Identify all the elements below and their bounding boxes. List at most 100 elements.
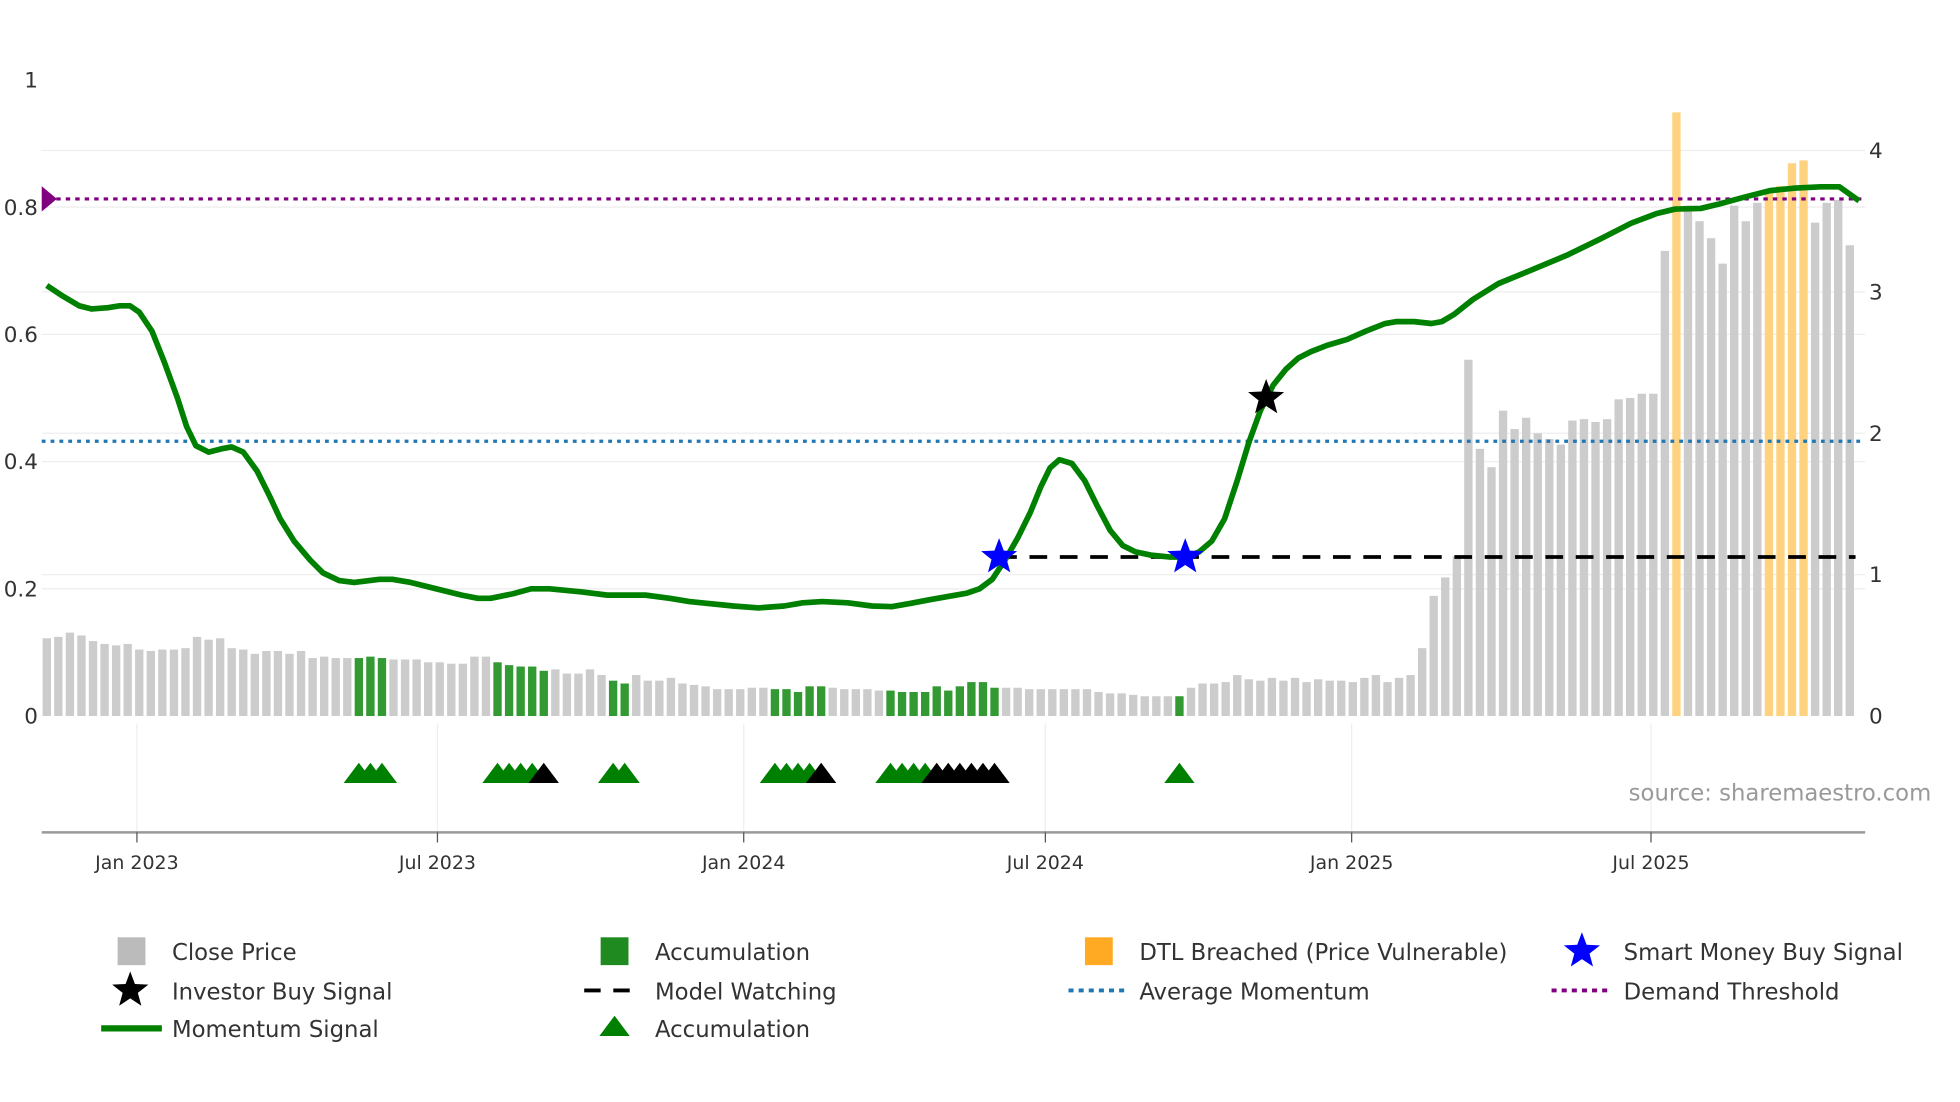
signal-markers xyxy=(343,379,1285,784)
close-price-bar xyxy=(851,689,860,717)
accumulation-bar xyxy=(539,670,548,717)
close-price-bar xyxy=(158,649,167,717)
close-price-bar xyxy=(1013,687,1022,717)
accumulation-bar xyxy=(770,689,780,717)
close-price-bar xyxy=(1706,238,1716,717)
legend-demand-threshold: Demand Threshold xyxy=(1624,979,1840,1005)
close-price-bar xyxy=(863,689,872,717)
dtl-breached-bar xyxy=(1799,160,1808,717)
accumulation-bar xyxy=(955,686,965,717)
close-price-bar xyxy=(1267,677,1277,717)
close-price-bar xyxy=(1048,689,1057,717)
momentum-chart: Jan 2023 Jul 2023 Jan 2024 Jul 2024 Jan 2025… xyxy=(4,69,1932,1044)
close-price-bar xyxy=(632,675,641,717)
close-price-bar xyxy=(759,687,768,717)
accumulation-bar xyxy=(920,691,930,717)
legend-dtl-breached: DTL Breached (Price Vulnerable) xyxy=(1139,940,1507,966)
close-price-bar xyxy=(1510,429,1519,717)
close-price-bar xyxy=(1163,696,1173,717)
close-price-bar xyxy=(1591,421,1600,717)
close-price-bar xyxy=(481,656,491,717)
close-price-bar xyxy=(1475,448,1485,717)
accumulation-bar xyxy=(932,686,941,717)
legend-average-momentum: Average Momentum xyxy=(1139,979,1369,1005)
left-y-tick-label: 0.6 xyxy=(4,323,38,348)
accumulation-bar xyxy=(978,682,988,717)
close-price-bar xyxy=(111,645,121,717)
accumulation-bar xyxy=(366,656,375,717)
close-price-bar xyxy=(736,689,745,717)
accumulation-bar xyxy=(1175,696,1184,717)
close-price-bar xyxy=(1348,682,1357,717)
accumulation-bar xyxy=(816,686,826,717)
legend-black-star-icon xyxy=(112,971,149,1006)
close-price-bar xyxy=(1568,420,1577,717)
close-price-bar xyxy=(1186,687,1196,717)
close-price-bar xyxy=(1394,677,1404,717)
close-price-bar xyxy=(169,649,179,717)
close-price-bar xyxy=(100,643,109,717)
close-price-bar xyxy=(296,650,306,717)
close-price-bar xyxy=(1834,200,1843,717)
close-price-bar xyxy=(181,648,190,717)
close-price-bar xyxy=(551,669,560,717)
legend-accumulation-swatch xyxy=(600,937,629,966)
close-price-bar xyxy=(447,663,456,717)
close-price-bar xyxy=(678,683,687,717)
close-price-bar xyxy=(585,669,595,717)
left-y-tick-label: 0.2 xyxy=(4,577,38,602)
close-price-bar xyxy=(308,658,317,717)
close-price-bar xyxy=(1244,679,1253,717)
close-price-bar xyxy=(123,643,132,717)
right-y-tick-label: 3 xyxy=(1869,280,1883,305)
close-price-bar xyxy=(204,639,213,717)
close-price-bar xyxy=(1152,696,1161,717)
close-price-bar xyxy=(828,687,837,717)
close-price-bar xyxy=(712,689,722,717)
accumulation-bar xyxy=(897,691,907,717)
close-price-bar xyxy=(470,656,479,717)
close-price-bar xyxy=(412,659,421,717)
close-price-bar xyxy=(1810,222,1820,717)
right-y-tick-label: 2 xyxy=(1869,422,1883,447)
close-price-bar xyxy=(88,641,98,717)
close-price-bar xyxy=(435,662,444,717)
close-price-bar xyxy=(874,690,884,717)
accumulation-triangle-icon xyxy=(1164,762,1195,784)
close-price-bar xyxy=(42,638,51,717)
close-price-bar xyxy=(77,635,86,717)
close-price-bar xyxy=(1718,263,1727,717)
source-label: source: sharemaestro.com xyxy=(1629,781,1932,807)
accumulation-bar xyxy=(793,691,803,717)
left-y-tick-label: 0.4 xyxy=(4,450,38,475)
legend-triangle-icon xyxy=(599,1015,630,1036)
close-price-bar xyxy=(1533,433,1542,717)
close-price-bar xyxy=(135,649,144,717)
close-price-bar xyxy=(1105,693,1115,717)
close-price-bar xyxy=(1313,679,1323,717)
close-price-bar xyxy=(1822,202,1831,717)
close-price-bar xyxy=(1845,245,1854,717)
legend-accumulation-marker: Accumulation xyxy=(655,1017,810,1043)
close-price-bar xyxy=(1753,202,1762,717)
close-price-bar xyxy=(1464,359,1473,717)
accumulation-bar xyxy=(504,665,514,717)
close-price-bar xyxy=(1452,556,1461,717)
accumulation-bar xyxy=(782,689,791,717)
close-price-bar xyxy=(400,659,410,717)
legend-close-price-swatch xyxy=(117,937,146,966)
accumulation-bar xyxy=(990,687,999,717)
close-price-bar xyxy=(424,662,433,717)
close-price-bar xyxy=(1256,680,1265,717)
close-price-bar xyxy=(1302,682,1311,717)
close-price-bar xyxy=(1660,250,1670,717)
close-price-bar xyxy=(1360,677,1369,717)
signal-lines xyxy=(41,183,1862,611)
x-tick-label: Jan 2023 xyxy=(94,852,178,874)
accumulation-bar xyxy=(608,680,618,717)
accumulation-bar xyxy=(528,666,537,717)
investor-buy-star-icon xyxy=(1248,379,1285,414)
close-price-bar xyxy=(250,653,259,717)
close-price-bar xyxy=(1071,689,1080,717)
close-price-bar xyxy=(655,680,664,717)
